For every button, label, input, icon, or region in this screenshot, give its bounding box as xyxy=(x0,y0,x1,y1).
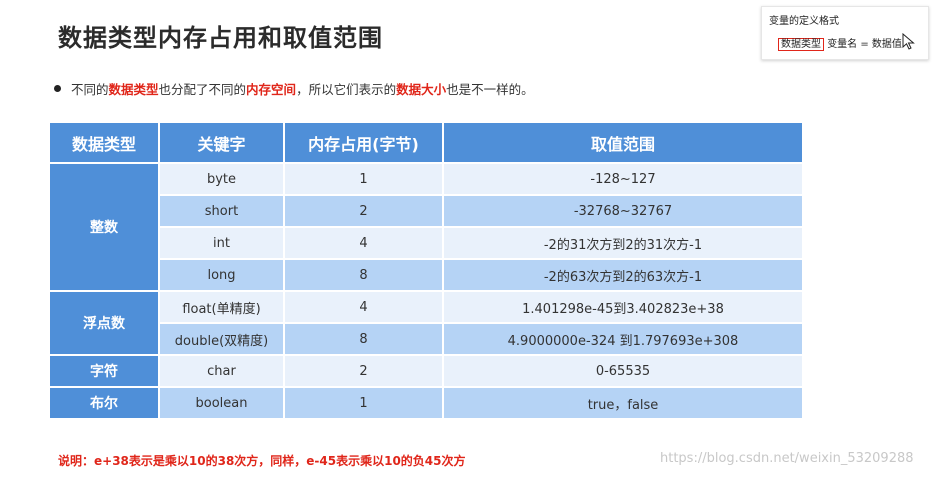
table-row: 整数 byte 1 -128~127 xyxy=(50,164,802,290)
bullet-emphasis: 内存空间 xyxy=(246,82,297,97)
header-type: 数据类型 xyxy=(50,123,158,162)
note-rest: 变量名 = 数据值 xyxy=(827,39,902,50)
mouse-cursor-icon xyxy=(902,33,915,50)
size-cell: 2 xyxy=(285,356,442,386)
range-cell: true，false xyxy=(444,388,802,418)
note-title: 变量的定义格式 xyxy=(769,16,839,27)
data-types-table: 数据类型 关键字 内存占用(字节) 取值范围 整数 byte 1 -128~12… xyxy=(48,121,804,420)
range-cell: 1.401298e-45到3.402823e+38 xyxy=(444,292,802,322)
header-range: 取值范围 xyxy=(444,123,802,162)
keyword-cell: double(双精度) xyxy=(160,324,283,354)
size-cell: 2 xyxy=(285,196,442,226)
size-cell: 8 xyxy=(285,260,442,290)
range-cell: -128~127 xyxy=(444,164,802,194)
table-row: double(双精度) 8 4.9000000e-324 到1.797693e+… xyxy=(50,324,802,354)
range-cell: -2的63次方到2的63次方-1 xyxy=(444,260,802,290)
range-cell: -32768~32767 xyxy=(444,196,802,226)
keyword-cell: char xyxy=(160,356,283,386)
range-cell: -2的31次方到2的31次方-1 xyxy=(444,228,802,258)
watermark: https://blog.csdn.net/weixin_53209288 xyxy=(660,451,914,466)
size-cell: 4 xyxy=(285,228,442,258)
category-cell: 字符 xyxy=(50,356,158,386)
bullet-dot-icon xyxy=(54,85,61,92)
table-header-row: 数据类型 关键字 内存占用(字节) 取值范围 xyxy=(50,123,802,162)
header-keyword: 关键字 xyxy=(160,123,283,162)
keyword-cell: short xyxy=(160,196,283,226)
table-row: 字符 char 2 0-65535 xyxy=(50,356,802,386)
header-size: 内存占用(字节) xyxy=(285,123,442,162)
category-cell: 浮点数 xyxy=(50,292,158,354)
size-cell: 1 xyxy=(285,388,442,418)
table-row: short 2 -32768~32767 xyxy=(50,196,802,226)
note-format-line: 数据类型 变量名 = 数据值 xyxy=(778,35,902,51)
footnote: 说明：e+38表示是乘以10的38次方，同样，e-45表示乘以10的负45次方 xyxy=(58,454,466,468)
keyword-cell: byte xyxy=(160,164,283,194)
table-row: 布尔 boolean 1 true，false xyxy=(50,388,802,418)
keyword-cell: int xyxy=(160,228,283,258)
range-cell: 0-65535 xyxy=(444,356,802,386)
table-row: long 8 -2的63次方到2的63次方-1 xyxy=(50,260,802,290)
bullet-text: 也分配了不同的 xyxy=(158,82,247,97)
bullet-text: 不同的 xyxy=(71,82,109,97)
range-cell: 4.9000000e-324 到1.797693e+308 xyxy=(444,324,802,354)
keyword-cell: long xyxy=(160,260,283,290)
bullet-emphasis: 数据类型 xyxy=(108,82,159,97)
category-cell: 布尔 xyxy=(50,388,158,418)
size-cell: 1 xyxy=(285,164,442,194)
bullet-text: ，所以它们表示的 xyxy=(296,82,397,97)
intro-bullet: 不同的数据类型也分配了不同的内存空间，所以它们表示的数据大小也是不一样的。 xyxy=(54,79,534,98)
table-row: int 4 -2的31次方到2的31次方-1 xyxy=(50,228,802,258)
bullet-text: 也是不一样的。 xyxy=(446,82,534,97)
page-title: 数据类型内存占用和取值范围 xyxy=(58,24,383,52)
category-cell: 整数 xyxy=(50,164,158,290)
size-cell: 8 xyxy=(285,324,442,354)
size-cell: 4 xyxy=(285,292,442,322)
bullet-emphasis: 数据大小 xyxy=(396,82,447,97)
table-row: 浮点数 float(单精度) 4 1.401298e-45到3.402823e+… xyxy=(50,292,802,354)
keyword-cell: boolean xyxy=(160,388,283,418)
note-highlight: 数据类型 xyxy=(778,38,824,51)
keyword-cell: float(单精度) xyxy=(160,292,283,322)
